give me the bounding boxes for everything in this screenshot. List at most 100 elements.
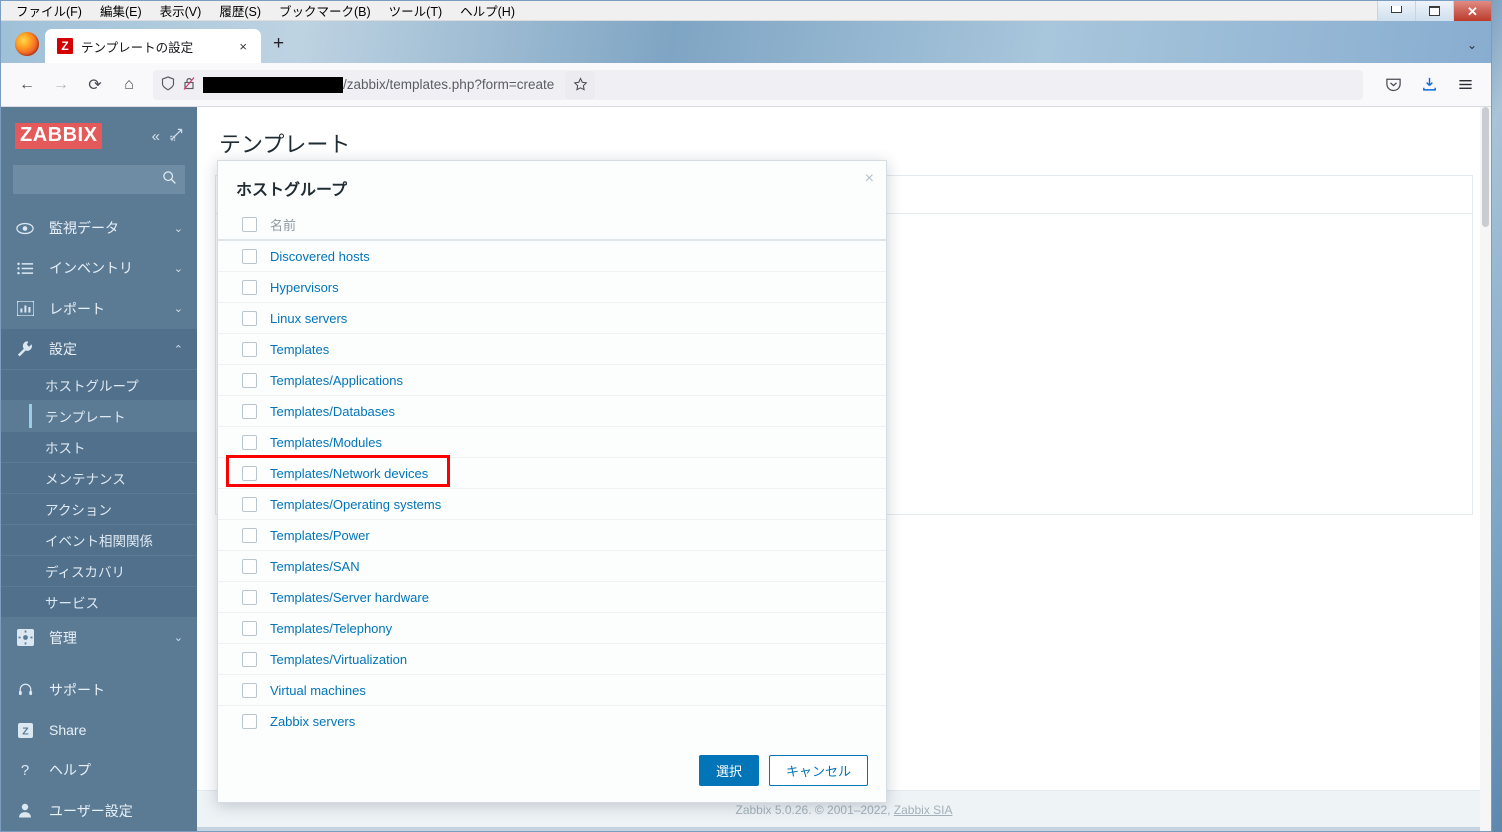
- row-label[interactable]: Templates: [270, 342, 329, 357]
- close-window-button[interactable]: ✕: [1453, 1, 1491, 21]
- reload-icon[interactable]: ⟳: [79, 69, 111, 101]
- sidebar-collapse-icon[interactable]: «: [152, 128, 160, 145]
- list-item[interactable]: Hypervisors: [218, 272, 886, 303]
- row-label[interactable]: Zabbix servers: [270, 714, 355, 729]
- row-label[interactable]: Templates/Databases: [270, 404, 395, 419]
- list-item[interactable]: Templates/Virtualization: [218, 644, 886, 675]
- sidebar-item-services[interactable]: サービス: [1, 586, 197, 617]
- menu-history[interactable]: 履歴(S): [210, 0, 270, 21]
- forward-icon[interactable]: →: [45, 69, 77, 101]
- sidebar-item-event-correlation[interactable]: イベント相関関係: [1, 524, 197, 555]
- select-all-checkbox[interactable]: [242, 217, 257, 232]
- minimize-button[interactable]: [1377, 1, 1415, 21]
- menu-tools[interactable]: ツール(T): [380, 0, 451, 21]
- row-label[interactable]: Discovered hosts: [270, 249, 370, 264]
- back-icon[interactable]: ←: [11, 69, 43, 101]
- row-checkbox[interactable]: [242, 589, 257, 605]
- row-label[interactable]: Templates/Virtualization: [270, 652, 407, 667]
- row-checkbox[interactable]: [242, 403, 257, 419]
- list-item[interactable]: Templates/Server hardware: [218, 582, 886, 613]
- home-icon[interactable]: ⌂: [113, 69, 145, 101]
- row-checkbox[interactable]: [242, 651, 257, 667]
- broken-lock-icon[interactable]: [182, 76, 196, 94]
- row-checkbox[interactable]: [242, 341, 257, 357]
- sidebar-item-actions[interactable]: アクション: [1, 493, 197, 524]
- row-checkbox[interactable]: [242, 372, 257, 388]
- list-item[interactable]: Discovered hosts: [218, 241, 886, 272]
- list-item[interactable]: Templates/SAN: [218, 551, 886, 582]
- sidebar-item-support[interactable]: サポート: [1, 669, 197, 709]
- list-item[interactable]: Templates/Databases: [218, 396, 886, 427]
- sidebar-item-share[interactable]: Z Share: [1, 710, 197, 750]
- search-icon[interactable]: [162, 170, 177, 189]
- maximize-button[interactable]: [1415, 1, 1453, 21]
- zabbix-logo[interactable]: ZABBIX: [15, 123, 103, 149]
- row-checkbox[interactable]: [242, 310, 257, 326]
- tab-list-chevron-icon[interactable]: ⌄: [1467, 38, 1491, 63]
- sidebar-item-user-settings[interactable]: ユーザー設定: [1, 791, 197, 831]
- menu-view[interactable]: 表示(V): [151, 0, 211, 21]
- list-item[interactable]: Templates/Operating systems: [218, 489, 886, 520]
- page-scrollbar[interactable]: [1480, 107, 1491, 831]
- sidebar-item-monitoring[interactable]: 監視データ ⌄: [1, 208, 197, 248]
- list-item[interactable]: Zabbix servers: [218, 706, 886, 737]
- menu-file[interactable]: ファイル(F): [7, 0, 91, 21]
- list-item[interactable]: Templates: [218, 334, 886, 365]
- row-checkbox[interactable]: [242, 527, 257, 543]
- list-item[interactable]: Templates/Telephony: [218, 613, 886, 644]
- sidebar-hide-icon[interactable]: [170, 128, 183, 144]
- list-item[interactable]: Virtual machines: [218, 675, 886, 706]
- bookmark-star-icon[interactable]: [565, 70, 596, 99]
- row-checkbox[interactable]: [242, 248, 257, 264]
- row-label[interactable]: Templates/Server hardware: [270, 590, 429, 605]
- sidebar-item-help[interactable]: ? ヘルプ: [1, 750, 197, 790]
- footer-link-zabbix-sia[interactable]: Zabbix SIA: [894, 803, 953, 817]
- menu-bookmarks[interactable]: ブックマーク(B): [270, 0, 380, 21]
- sidebar-item-inventory[interactable]: インベントリ ⌄: [1, 248, 197, 288]
- row-label[interactable]: Hypervisors: [270, 280, 339, 295]
- menu-edit[interactable]: 編集(E): [91, 0, 151, 21]
- list-item[interactable]: Linux servers: [218, 303, 886, 334]
- sidebar-item-administration[interactable]: 管理 ⌄: [1, 617, 197, 657]
- list-item-highlighted[interactable]: Templates/Network devices: [218, 455, 886, 489]
- sidebar-item-reports[interactable]: レポート ⌄: [1, 289, 197, 329]
- list-item[interactable]: Templates/Power: [218, 520, 886, 551]
- pocket-icon[interactable]: [1377, 69, 1409, 101]
- close-icon[interactable]: ×: [865, 170, 874, 188]
- row-label[interactable]: Templates/Telephony: [270, 621, 392, 636]
- row-checkbox[interactable]: [242, 434, 257, 450]
- row-checkbox[interactable]: [242, 682, 257, 698]
- row-label[interactable]: Templates/SAN: [270, 559, 360, 574]
- new-tab-button[interactable]: +: [261, 34, 296, 63]
- sidebar-item-discovery[interactable]: ディスカバリ: [1, 555, 197, 586]
- sidebar-item-host-groups[interactable]: ホストグループ: [1, 369, 197, 400]
- row-label[interactable]: Linux servers: [270, 311, 347, 326]
- row-checkbox[interactable]: [242, 558, 257, 574]
- hamburger-menu-icon[interactable]: [1449, 69, 1481, 101]
- row-checkbox[interactable]: [242, 714, 257, 729]
- list-item[interactable]: Templates/Modules: [218, 427, 886, 458]
- row-checkbox[interactable]: [242, 465, 257, 481]
- browser-tab[interactable]: Z テンプレートの設定 ×: [45, 29, 261, 63]
- row-checkbox[interactable]: [242, 496, 257, 512]
- sidebar-item-maintenance[interactable]: メンテナンス: [1, 462, 197, 493]
- cancel-button[interactable]: キャンセル: [768, 755, 868, 786]
- url-bar[interactable]: /zabbix/templates.php?form=create: [153, 69, 1363, 100]
- row-label[interactable]: Templates/Operating systems: [270, 497, 441, 512]
- row-label[interactable]: Templates/Power: [270, 528, 370, 543]
- list-item[interactable]: Templates/Applications: [218, 365, 886, 396]
- select-button[interactable]: 選択: [698, 755, 759, 786]
- sidebar-search-input[interactable]: [13, 165, 185, 194]
- row-label[interactable]: Templates/Network devices: [270, 466, 428, 481]
- sidebar-item-configuration[interactable]: 設定 ⌃: [1, 329, 197, 370]
- row-checkbox[interactable]: [242, 620, 257, 636]
- row-label[interactable]: Virtual machines: [270, 683, 366, 698]
- row-label[interactable]: Templates/Applications: [270, 373, 403, 388]
- tab-close-icon[interactable]: ×: [235, 39, 251, 54]
- sidebar-item-templates[interactable]: テンプレート: [1, 400, 197, 432]
- row-checkbox[interactable]: [242, 279, 257, 295]
- download-icon[interactable]: [1413, 69, 1445, 101]
- sidebar-item-hosts[interactable]: ホスト: [1, 431, 197, 462]
- menu-help[interactable]: ヘルプ(H): [451, 0, 524, 21]
- row-label[interactable]: Templates/Modules: [270, 435, 382, 450]
